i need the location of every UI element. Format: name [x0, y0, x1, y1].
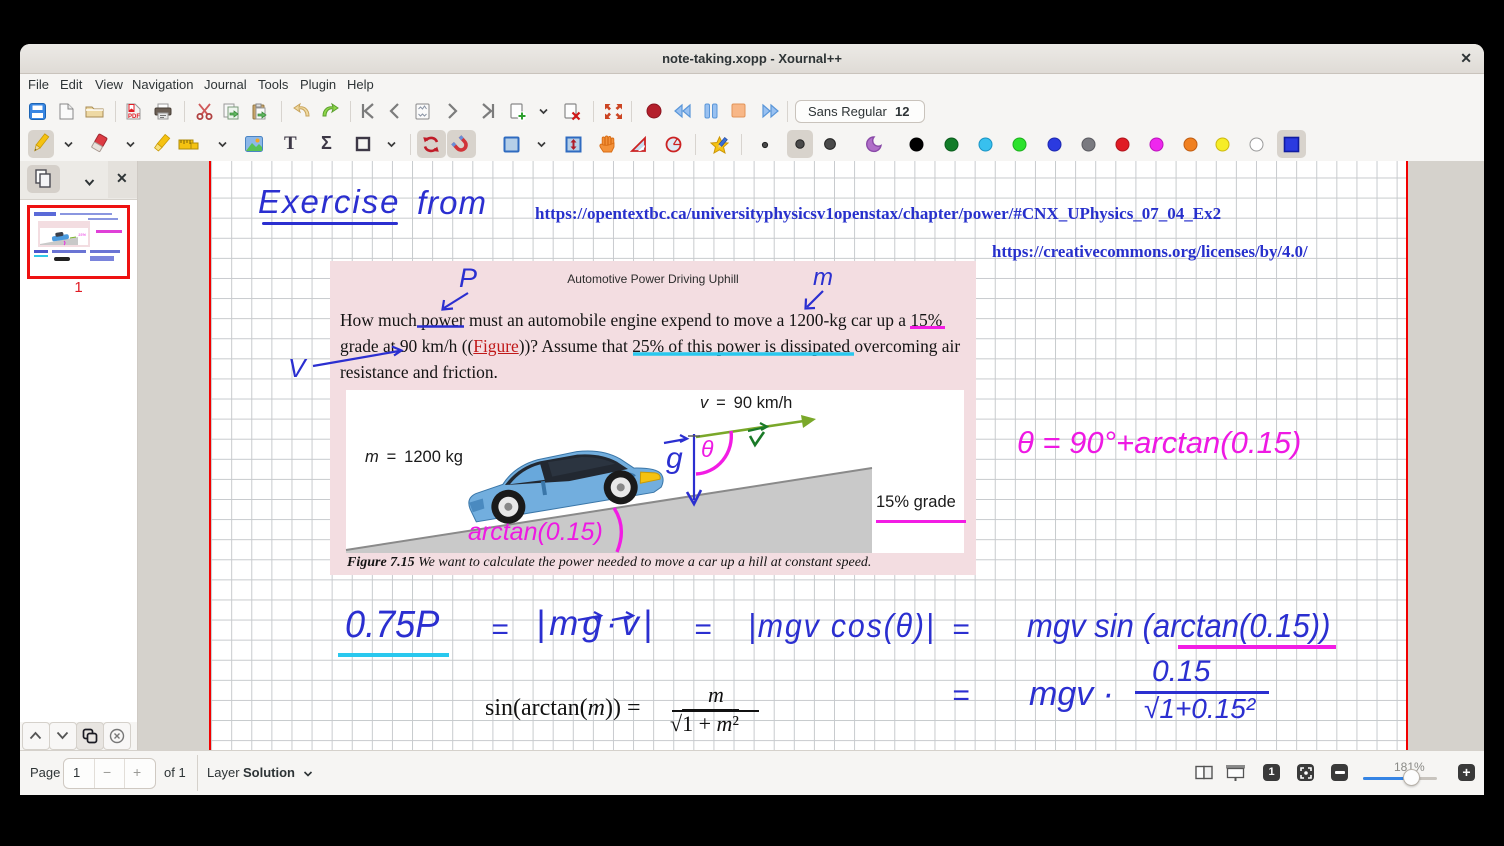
svg-text:PDF: PDF: [128, 114, 140, 120]
svg-text:15%: 15%: [78, 232, 86, 237]
